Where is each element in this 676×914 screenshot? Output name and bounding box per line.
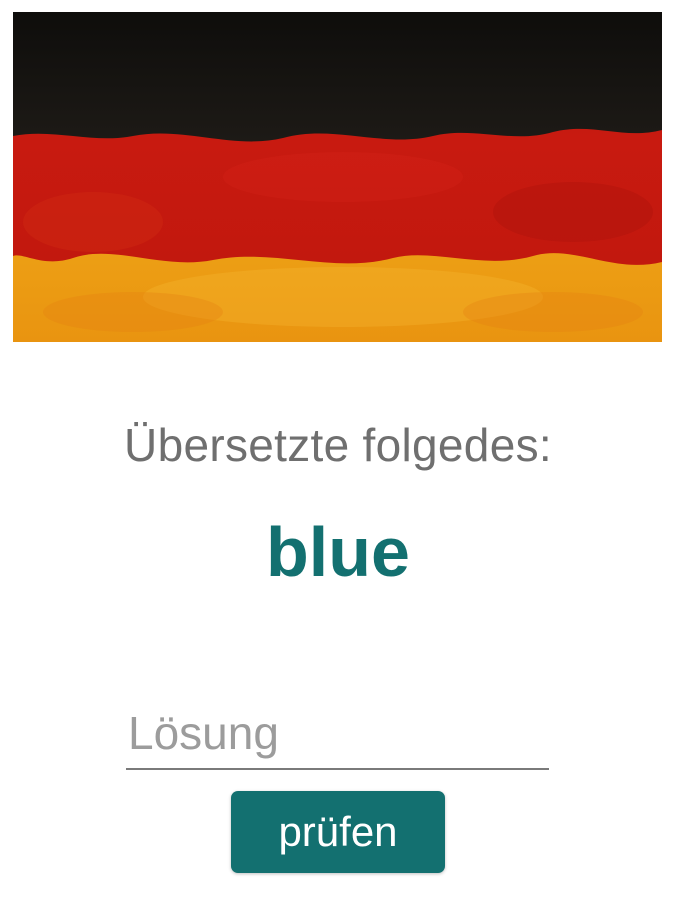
check-button[interactable]: prüfen bbox=[231, 791, 445, 873]
translation-quiz-screen: Übersetzte folgedes: blue prüfen bbox=[0, 0, 676, 914]
word-to-translate: blue bbox=[266, 513, 410, 591]
translate-prompt: Übersetzte folgedes: bbox=[124, 419, 552, 471]
german-flag-image bbox=[13, 12, 662, 342]
answer-input[interactable] bbox=[126, 698, 549, 770]
